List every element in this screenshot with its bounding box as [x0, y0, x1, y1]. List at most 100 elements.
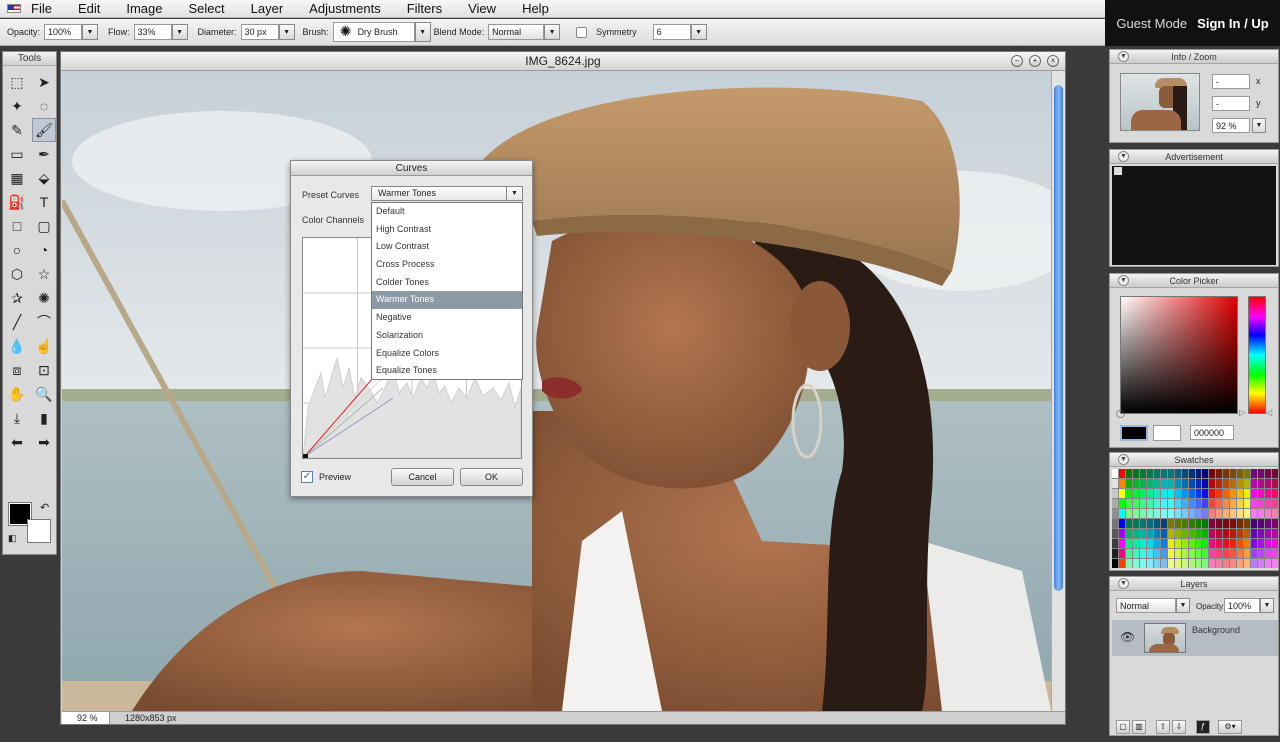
swatch-cell[interactable]	[1230, 509, 1237, 518]
swatch-cell[interactable]	[1132, 489, 1139, 498]
stamp-icon[interactable]: ⛽	[5, 190, 29, 214]
move-layer-up-icon[interactable]: ⇧	[1156, 720, 1170, 734]
swatch-cell[interactable]	[1188, 519, 1195, 528]
scrollbar-thumb[interactable]	[1054, 85, 1063, 591]
swatch-cell[interactable]	[1258, 489, 1265, 498]
swatch-cell[interactable]	[1195, 549, 1202, 558]
swatch-cell[interactable]	[1146, 529, 1153, 538]
swatch-cell[interactable]	[1202, 529, 1209, 538]
swatch-cell[interactable]	[1125, 499, 1132, 508]
swatch-cell[interactable]	[1265, 479, 1272, 488]
swatch-cell[interactable]	[1160, 519, 1167, 528]
swatch-cell[interactable]	[1209, 509, 1216, 518]
sign-in-link[interactable]: Sign In / Up	[1197, 16, 1269, 31]
swatch-cell[interactable]	[1139, 529, 1146, 538]
swatch-cell[interactable]	[1244, 559, 1251, 568]
swatch-cell[interactable]	[1230, 529, 1237, 538]
menu-view[interactable]: View	[468, 1, 496, 16]
menu-filters[interactable]: Filters	[407, 1, 442, 16]
brush-icon[interactable]: 🖌	[32, 118, 56, 142]
swatch-cell[interactable]	[1188, 489, 1195, 498]
hexagon-icon[interactable]: ⬡	[5, 262, 29, 286]
swatch-cell[interactable]	[1181, 479, 1188, 488]
swatch-cell[interactable]	[1153, 529, 1160, 538]
smudge-icon[interactable]: ☝	[32, 334, 56, 358]
swatch-cell[interactable]	[1230, 499, 1237, 508]
pencil-icon[interactable]: ✎	[5, 118, 29, 142]
swatch-cell[interactable]	[1160, 549, 1167, 558]
swatch-cell[interactable]	[1167, 559, 1174, 568]
swatch-cell[interactable]	[1139, 489, 1146, 498]
rectangle-icon[interactable]: □	[5, 214, 29, 238]
swatch-cell[interactable]	[1188, 529, 1195, 538]
swatch-cell[interactable]	[1132, 469, 1139, 478]
swatch-cell[interactable]	[1139, 509, 1146, 518]
minimize-icon[interactable]: –	[1011, 55, 1023, 67]
swatch-cell[interactable]	[1160, 559, 1167, 568]
swatch-cell[interactable]	[1153, 489, 1160, 498]
swatch-cell[interactable]	[1146, 489, 1153, 498]
swatch-cell[interactable]	[1216, 559, 1223, 568]
swatch-cell[interactable]	[1258, 499, 1265, 508]
swatch-cell[interactable]	[1132, 549, 1139, 558]
swatch-cell[interactable]	[1216, 499, 1223, 508]
arrow-left-icon[interactable]: ⬅	[5, 430, 29, 454]
swatch-cell[interactable]	[1237, 529, 1244, 538]
swatch-cell[interactable]	[1265, 499, 1272, 508]
swatch-cell[interactable]	[1251, 539, 1258, 548]
swatch-cell[interactable]	[1181, 529, 1188, 538]
swatch-cell[interactable]	[1112, 489, 1118, 498]
swatch-cell[interactable]	[1118, 509, 1125, 518]
preset-option[interactable]: Cross Process	[372, 256, 522, 274]
swatch-cell[interactable]	[1223, 539, 1230, 548]
swatch-cell[interactable]	[1202, 469, 1209, 478]
preset-option[interactable]: High Contrast	[372, 221, 522, 239]
close-icon[interactable]: ×	[1047, 55, 1059, 67]
advertisement-header[interactable]: ▼ Advertisement	[1110, 150, 1278, 164]
magic-wand-icon[interactable]: ✦	[5, 94, 29, 118]
swatch-cell[interactable]	[1216, 489, 1223, 498]
swatch-cell[interactable]	[1174, 469, 1181, 478]
swatch-cell[interactable]	[1118, 519, 1125, 528]
chevron-down-icon[interactable]: ▼	[506, 187, 522, 200]
swatch-cell[interactable]	[1160, 529, 1167, 538]
swatch-cell[interactable]	[1195, 519, 1202, 528]
swatch-cell[interactable]	[1125, 489, 1132, 498]
swatch-cell[interactable]	[1125, 479, 1132, 488]
swatch-cell[interactable]	[1230, 489, 1237, 498]
swatch-cell[interactable]	[1153, 479, 1160, 488]
ok-button[interactable]: OK	[460, 468, 523, 486]
swatch-cell[interactable]	[1202, 549, 1209, 558]
swatch-cell[interactable]	[1174, 499, 1181, 508]
swatch-cell[interactable]	[1174, 559, 1181, 568]
swatch-cell[interactable]	[1181, 469, 1188, 478]
swap-colors-icon[interactable]: ↶	[40, 501, 49, 514]
swatch-cell[interactable]	[1258, 559, 1265, 568]
swatch-cell[interactable]	[1237, 519, 1244, 528]
swatch-cell[interactable]	[1223, 519, 1230, 528]
swatch-cell[interactable]	[1125, 519, 1132, 528]
swatch-cell[interactable]	[1265, 489, 1272, 498]
swatch-cell[interactable]	[1160, 479, 1167, 488]
swatch-cell[interactable]	[1139, 479, 1146, 488]
swatch-cell[interactable]	[1132, 539, 1139, 548]
swatch-cell[interactable]	[1153, 539, 1160, 548]
rounded-rectangle-icon[interactable]: ▢	[32, 214, 56, 238]
airbrush-icon[interactable]: ✒	[32, 142, 56, 166]
swatch-cell[interactable]	[1251, 479, 1258, 488]
swatch-cell[interactable]	[1188, 539, 1195, 548]
swatch-cell[interactable]	[1272, 519, 1278, 528]
collapse-icon[interactable]: ▼	[1118, 454, 1129, 465]
opacity-input[interactable]: 100%	[44, 24, 83, 40]
collapse-icon[interactable]: ▼	[1118, 51, 1129, 62]
swatch-cell[interactable]	[1202, 499, 1209, 508]
hand-icon[interactable]: ✋	[5, 382, 29, 406]
navigator-thumbnail[interactable]	[1120, 73, 1200, 131]
swatch-cell[interactable]	[1132, 499, 1139, 508]
swatch-cell[interactable]	[1139, 499, 1146, 508]
swatch-cell[interactable]	[1216, 539, 1223, 548]
menu-help[interactable]: Help	[522, 1, 549, 16]
brush-select[interactable]: ✺ Dry Brush	[332, 22, 415, 42]
collapse-icon[interactable]: ▼	[1118, 275, 1129, 286]
swatch-cell[interactable]	[1216, 549, 1223, 558]
